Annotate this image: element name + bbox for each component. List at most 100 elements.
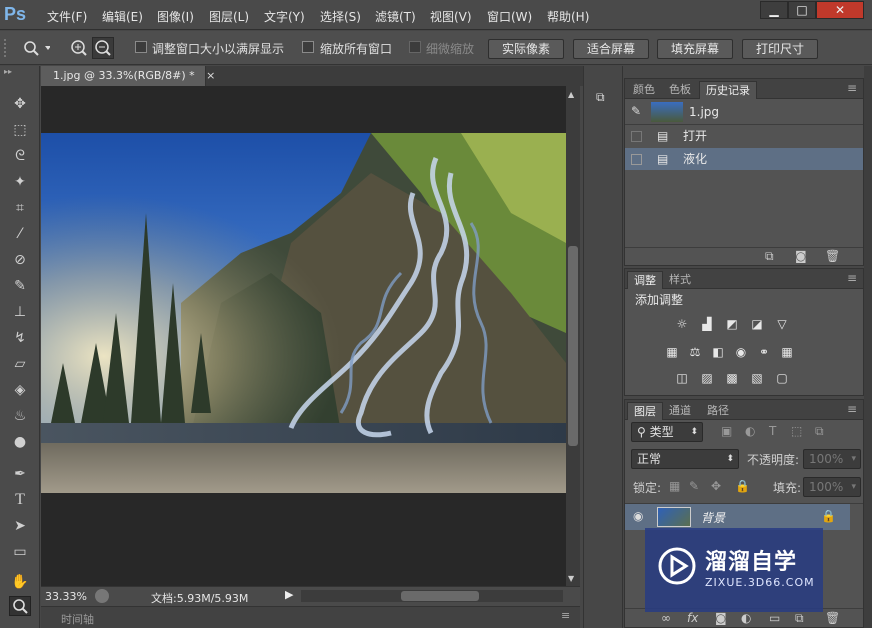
type-tool-icon[interactable]: T bbox=[9, 490, 31, 510]
timeline-menu-icon[interactable]: ≡ bbox=[561, 609, 570, 622]
channel-mixer-icon[interactable]: ⚭ bbox=[755, 345, 773, 359]
zoom-out-icon[interactable] bbox=[92, 37, 114, 59]
blur-tool-icon[interactable]: ♨ bbox=[9, 406, 31, 426]
status-info-icon[interactable] bbox=[95, 589, 109, 603]
history-brush-tool-icon[interactable]: ↯ bbox=[9, 328, 31, 348]
menu-layer[interactable]: 图层(L) bbox=[209, 8, 249, 25]
tab-swatches[interactable]: 色板 bbox=[663, 81, 697, 99]
panel-menu-icon[interactable]: ≡ bbox=[847, 402, 857, 416]
history-checkbox[interactable] bbox=[631, 154, 642, 165]
gradient-map-icon[interactable]: ▧ bbox=[748, 371, 766, 385]
levels-icon[interactable]: ▟ bbox=[698, 317, 716, 331]
maximize-button[interactable]: □ bbox=[788, 1, 816, 19]
layer-row-background[interactable]: ◉ 背景 🔒 bbox=[625, 504, 850, 530]
resize-windows-checkbox[interactable] bbox=[135, 41, 147, 53]
tab-styles[interactable]: 样式 bbox=[663, 271, 697, 289]
history-checkbox[interactable] bbox=[631, 131, 642, 142]
menu-help[interactable]: 帮助(H) bbox=[547, 8, 589, 25]
move-tool-icon[interactable]: ✥ bbox=[9, 94, 31, 114]
lock-image-icon[interactable]: ✎ bbox=[689, 479, 699, 493]
opacity-input[interactable]: 100% ▾ bbox=[803, 449, 861, 469]
tab-layers[interactable]: 图层 bbox=[627, 402, 663, 420]
new-document-from-state-icon[interactable]: ⧉ bbox=[765, 249, 774, 264]
tab-paths[interactable]: 路径 bbox=[701, 402, 735, 420]
brightness-contrast-icon[interactable]: ☼ bbox=[673, 317, 691, 331]
path-selection-tool-icon[interactable]: ➤ bbox=[9, 516, 31, 536]
scroll-up-icon[interactable]: ▲ bbox=[568, 90, 574, 99]
vibrance-icon[interactable]: ▽ bbox=[773, 317, 791, 331]
filter-type-icon[interactable]: T bbox=[769, 424, 776, 438]
marquee-tool-icon[interactable]: ⬚ bbox=[9, 120, 31, 140]
history-brush-source-icon[interactable]: ✎ bbox=[631, 100, 641, 122]
clone-stamp-tool-icon[interactable]: ⊥ bbox=[9, 302, 31, 322]
filter-smart-object-icon[interactable]: ⧉ bbox=[815, 424, 824, 439]
layer-filter-select[interactable]: ⚲ 类型 ⬍ bbox=[631, 422, 703, 442]
panel-menu-icon[interactable]: ≡ bbox=[847, 271, 857, 285]
add-mask-icon[interactable]: ◙ bbox=[715, 611, 727, 625]
lock-position-icon[interactable]: ✥ bbox=[711, 479, 721, 493]
posterize-icon[interactable]: ▨ bbox=[698, 371, 716, 385]
delete-layer-icon[interactable]: 🗑 bbox=[825, 611, 840, 625]
menu-filter[interactable]: 滤镜(T) bbox=[375, 8, 416, 25]
scrubby-zoom-checkbox[interactable] bbox=[409, 41, 421, 53]
status-menu-arrow-icon[interactable]: ▶ bbox=[285, 588, 293, 601]
trash-icon[interactable]: 🗑 bbox=[825, 249, 840, 263]
horizontal-scroll-thumb[interactable] bbox=[401, 591, 479, 601]
waterfall-photo[interactable] bbox=[41, 133, 566, 493]
camera-icon[interactable]: ◙ bbox=[795, 249, 807, 263]
lock-transparency-icon[interactable]: ▦ bbox=[669, 479, 680, 493]
vertical-scroll-thumb[interactable] bbox=[568, 246, 578, 446]
eraser-tool-icon[interactable]: ▱ bbox=[9, 354, 31, 374]
eyedropper-tool-icon[interactable]: ⁄ bbox=[9, 224, 31, 244]
zoom-all-checkbox[interactable] bbox=[302, 41, 314, 53]
menu-window[interactable]: 窗口(W) bbox=[487, 8, 532, 25]
properties-panel-icon[interactable]: ⧉ bbox=[596, 90, 614, 106]
zoom-tool-preset-icon[interactable] bbox=[22, 39, 51, 61]
brush-tool-icon[interactable]: ✎ bbox=[9, 276, 31, 296]
filter-pixel-icon[interactable]: ▣ bbox=[721, 424, 732, 438]
horizontal-scrollbar[interactable] bbox=[301, 590, 563, 602]
close-button[interactable]: ✕ bbox=[816, 1, 864, 19]
dodge-tool-icon[interactable]: ● bbox=[9, 432, 31, 452]
zoom-tool-icon[interactable] bbox=[9, 596, 31, 616]
selective-color-icon[interactable]: ▢ bbox=[773, 371, 791, 385]
hue-saturation-icon[interactable]: ▦ bbox=[663, 345, 681, 359]
zoom-in-icon[interactable] bbox=[68, 38, 90, 58]
black-white-icon[interactable]: ◧ bbox=[709, 345, 727, 359]
lock-all-icon[interactable]: 🔒 bbox=[735, 479, 750, 493]
minimize-button[interactable]: ▁ bbox=[760, 1, 788, 19]
fill-input[interactable]: 100% ▾ bbox=[803, 477, 861, 497]
scroll-down-icon[interactable]: ▼ bbox=[568, 574, 574, 583]
blend-mode-select[interactable]: 正常 ⬍ bbox=[631, 449, 739, 469]
fill-screen-button[interactable]: 填充屏幕 bbox=[657, 39, 733, 59]
lasso-tool-icon[interactable]: ᘓ bbox=[9, 146, 31, 166]
rectangle-tool-icon[interactable]: ▭ bbox=[9, 542, 31, 562]
filter-adjustment-icon[interactable]: ◐ bbox=[745, 424, 755, 438]
document-tab[interactable]: 1.jpg @ 33.3%(RGB/8#) * × bbox=[41, 66, 215, 86]
fit-screen-button[interactable]: 适合屏幕 bbox=[573, 39, 649, 59]
visibility-eye-icon[interactable]: ◉ bbox=[633, 509, 643, 523]
paint-bucket-tool-icon[interactable]: ◈ bbox=[9, 380, 31, 400]
new-adjustment-layer-icon[interactable]: ◐ bbox=[741, 611, 751, 625]
magic-wand-tool-icon[interactable]: ✦ bbox=[9, 172, 31, 192]
filter-shape-icon[interactable]: ⬚ bbox=[791, 424, 802, 438]
history-item-open[interactable]: ▤ 打开 bbox=[625, 125, 863, 147]
actual-pixels-button[interactable]: 实际像素 bbox=[488, 39, 564, 59]
tab-color[interactable]: 颜色 bbox=[627, 81, 661, 99]
new-group-icon[interactable]: ▭ bbox=[769, 611, 780, 625]
print-size-button[interactable]: 打印尺寸 bbox=[742, 39, 818, 59]
layer-style-icon[interactable]: fx bbox=[687, 611, 698, 625]
menu-type[interactable]: 文字(Y) bbox=[264, 8, 305, 25]
zoom-level[interactable]: 33.33% bbox=[45, 590, 87, 603]
menu-select[interactable]: 选择(S) bbox=[320, 8, 361, 25]
hand-tool-icon[interactable]: ✋ bbox=[9, 572, 31, 592]
menu-edit[interactable]: 编辑(E) bbox=[102, 8, 143, 25]
panel-menu-icon[interactable]: ≡ bbox=[847, 81, 857, 95]
collapse-icon[interactable]: ▸▸ bbox=[4, 68, 36, 76]
healing-brush-tool-icon[interactable]: ⊘ bbox=[9, 250, 31, 270]
invert-icon[interactable]: ◫ bbox=[673, 371, 691, 385]
color-balance-icon[interactable]: ⚖ bbox=[686, 345, 704, 359]
close-tab-icon[interactable]: × bbox=[206, 69, 215, 82]
link-layers-icon[interactable]: ∞ bbox=[661, 611, 671, 625]
history-item-liquify[interactable]: ▤ 液化 bbox=[625, 148, 863, 170]
